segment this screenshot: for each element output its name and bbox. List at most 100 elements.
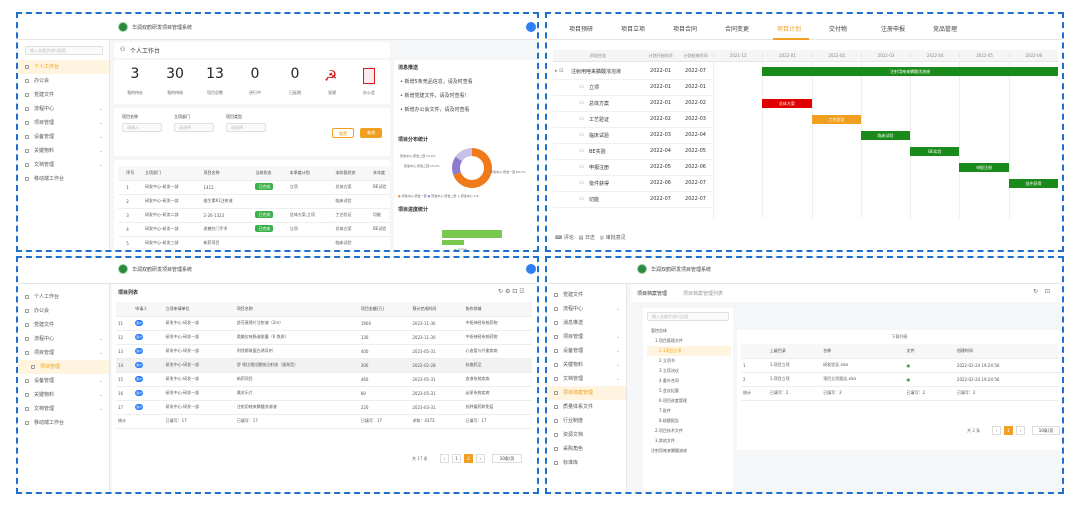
sidebar-item[interactable]: 文档管理 [18,402,109,416]
tab-archive-list[interactable]: 项目档案管理列表 [683,290,723,297]
table-row[interactable]: 16 用户 研发中心-研发一部 属关乐片 80 2023-05-31 泌尿系统疾病 [116,386,532,401]
chevron-down-icon[interactable]: ⌄ [99,350,103,356]
tab[interactable]: 项目计划 [777,24,801,33]
stat-number[interactable]: 3 [120,66,150,82]
chevron-down-icon[interactable]: ⌄ [616,362,620,368]
sidebar-item[interactable]: 关键物料 [18,144,109,158]
chevron-down-icon[interactable]: ⌄ [99,336,103,342]
sidebar-item[interactable]: 流程中心 [18,102,109,116]
tree-node[interactable]: 管控总体 [647,326,731,336]
page-size-select[interactable]: 10条/页 [1032,426,1060,435]
gantt-row[interactable]: ▭ 切能 2022-07 2022-07 [553,192,713,208]
sidebar-item[interactable]: 办公会 [18,304,109,318]
news-item[interactable]: • 新增办公会文件，请及时查看 [400,106,534,120]
gantt-row[interactable]: ▭ 申报注册 2022-05 2022-06 [553,160,713,176]
gantt-bar[interactable]: 工艺验证 [811,115,861,124]
table-row[interactable]: 2 研发中心-研发一部 维生素K1注射液 临床试验 [118,194,390,209]
pager-next[interactable]: › [476,454,485,463]
gantt-row[interactable]: ▭ 批件获得 2022-06 2022-07 [553,176,713,192]
pager-page-1[interactable]: 1 [452,454,461,463]
sidebar-item[interactable]: 标准库 [547,456,626,470]
tree-node[interactable]: 1.项目管理文件 [647,336,731,346]
gantt-row[interactable]: ▭ 立项 2022-01 2022-01 [553,80,713,96]
excel-file-icon[interactable]: ▣ [906,363,910,368]
news-item[interactable]: • 新增5条竞品信息，请及时查看 [400,78,534,92]
gantt-row[interactable]: ▭ 临床试验 2022-03 2022-04 [553,128,713,144]
tree-node[interactable]: 3.立项决议 [647,366,731,376]
tree-node[interactable]: 注射用唑来膦酸溶液 [647,446,731,456]
comment-link[interactable]: 评论 [564,235,574,241]
tab[interactable]: 项目立项 [621,24,645,33]
file-name[interactable]: 研发验证.xlsx [821,358,905,373]
sidebar-item[interactable]: 党建文件 [18,88,109,102]
table-row[interactable]: 12 用户 研发中心-研发一部 奥美拉唑肠溶胶囊（6 铁质） 130 2023-11-30… [116,330,532,345]
pager-current[interactable]: 1 [1004,426,1013,435]
project-name-input[interactable]: 请输入 [122,123,162,132]
excel-file-icon[interactable]: ▣ [906,377,910,382]
office-meeting-icon[interactable] [363,68,375,84]
log-link[interactable]: 日志 [585,235,595,241]
sidebar-item[interactable]: 移动端工作台 [18,416,109,430]
export-icon[interactable]: ⊡ [1045,288,1050,295]
dept-select[interactable]: 请选择 [174,123,214,132]
sidebar-item[interactable]: 采购角色 [547,442,626,456]
tab[interactable]: 项目预研 [569,24,593,33]
sidebar-item[interactable]: 个人工作台 [18,290,109,304]
sidebar-item[interactable]: 关键物料 [547,358,626,372]
gantt-bar[interactable]: 临床试验 [860,131,911,140]
gantt-bar[interactable]: 注射用唑来膦酸浓溶液 [762,67,1058,76]
tree-filter-input[interactable]: 输入关键字进行过滤 [647,312,729,321]
refresh-icon[interactable]: ↻ [498,288,503,295]
table-row[interactable]: 13 用户 研发中心-研发一部 利伐斯联蛋白诱导剂 400 2023-05-31 心血管与代… [116,344,532,359]
pager-current[interactable]: 2 [464,454,473,463]
chevron-down-icon[interactable]: ⌄ [616,306,620,312]
gantt-row[interactable]: ▭ 总体方案 2022-01 2022-02 [553,96,713,112]
settings-icon[interactable]: ⚙ [505,288,510,295]
tree-node[interactable]: 4.委外合同 [647,376,731,386]
chevron-down-icon[interactable]: ⌄ [99,106,103,112]
sidebar-item[interactable]: 设备管理 [18,130,109,144]
sidebar-item[interactable]: 行业制度 [547,414,626,428]
chevron-down-icon[interactable]: ⌄ [616,334,620,340]
sidebar-item[interactable]: 文档管理 [18,158,109,172]
reset-button[interactable]: 重置 [332,128,354,138]
sidebar-item[interactable]: 移动端工作台 [18,172,109,186]
tree-node[interactable]: 2.项目技术文件 [647,426,731,436]
stat-number[interactable]: 13 [200,66,230,82]
approval-link[interactable]: 审批意见 [606,235,626,241]
tree-node[interactable]: 7.批件 [647,406,731,416]
gantt-row[interactable]: ▭ 工艺验证 2022-02 2022-03 [553,112,713,128]
news-item[interactable]: • 新增党建文件，请及时查看! [400,92,534,106]
table-row[interactable]: 2 1.项目立项 项目立项报告.xlsx ▣ 2022-02-24 19:24:56 [741,372,1059,387]
sidebar-item[interactable]: 设备管理 [18,374,109,388]
tab[interactable]: 注册申报 [881,24,905,33]
file-name[interactable]: 项目立项报告.xlsx [821,372,905,387]
chevron-down-icon[interactable]: ⌄ [99,120,103,126]
tab[interactable]: 合同变更 [725,24,749,33]
approval-icon[interactable]: ◎ [600,235,604,241]
table-row[interactable]: 1 研发中心-研发一部 1412 已完成 立项 总体方案 BE试验 [118,180,390,195]
stat-number[interactable]: 0 [280,66,310,82]
comment-icon[interactable]: ⌨ [555,235,562,241]
columns-icon[interactable]: ☷ [519,288,524,295]
gantt-bar[interactable]: 总体方案 [762,99,812,108]
table-row[interactable]: 3 研发中心-研发二部 2-26-1323 已完成 总体方案,立项 工艺验证 切能 [118,208,390,223]
table-row[interactable]: 4 研发中心-研发一部 改善肛门手术 已完成 立项 总体方案 BE试验 [118,222,390,237]
gantt-bar[interactable]: 批件获得 [1008,179,1058,188]
sidebar-item[interactable]: 项目管理 [547,330,626,344]
table-row[interactable]: 5 研发中心-研发三部 新药项目 临床试验 [118,236,390,250]
tree-node[interactable]: 6.项目进度管理 [647,396,731,406]
export-icon[interactable]: ⊡ [512,288,517,295]
gantt-row[interactable]: ▸ ⊟ 注射用唑来膦酸浓溶液 2022-01 2022-07 [553,64,713,80]
type-select[interactable]: 请选择 [226,123,266,132]
gantt-bar[interactable]: 申报注册 [959,163,1009,172]
stat-number[interactable]: 0 [240,66,270,82]
pager-next[interactable]: › [1016,426,1025,435]
tree-node[interactable]: 2.立项书 [647,356,731,366]
chevron-down-icon[interactable]: ⌄ [99,392,103,398]
chevron-down-icon[interactable]: ⌄ [99,406,103,412]
pager-prev[interactable]: ‹ [992,426,1001,435]
chevron-down-icon[interactable]: ⌄ [99,162,103,168]
page-size-select[interactable]: 10条/页 [492,454,522,463]
chevron-down-icon[interactable]: ⌄ [99,148,103,154]
